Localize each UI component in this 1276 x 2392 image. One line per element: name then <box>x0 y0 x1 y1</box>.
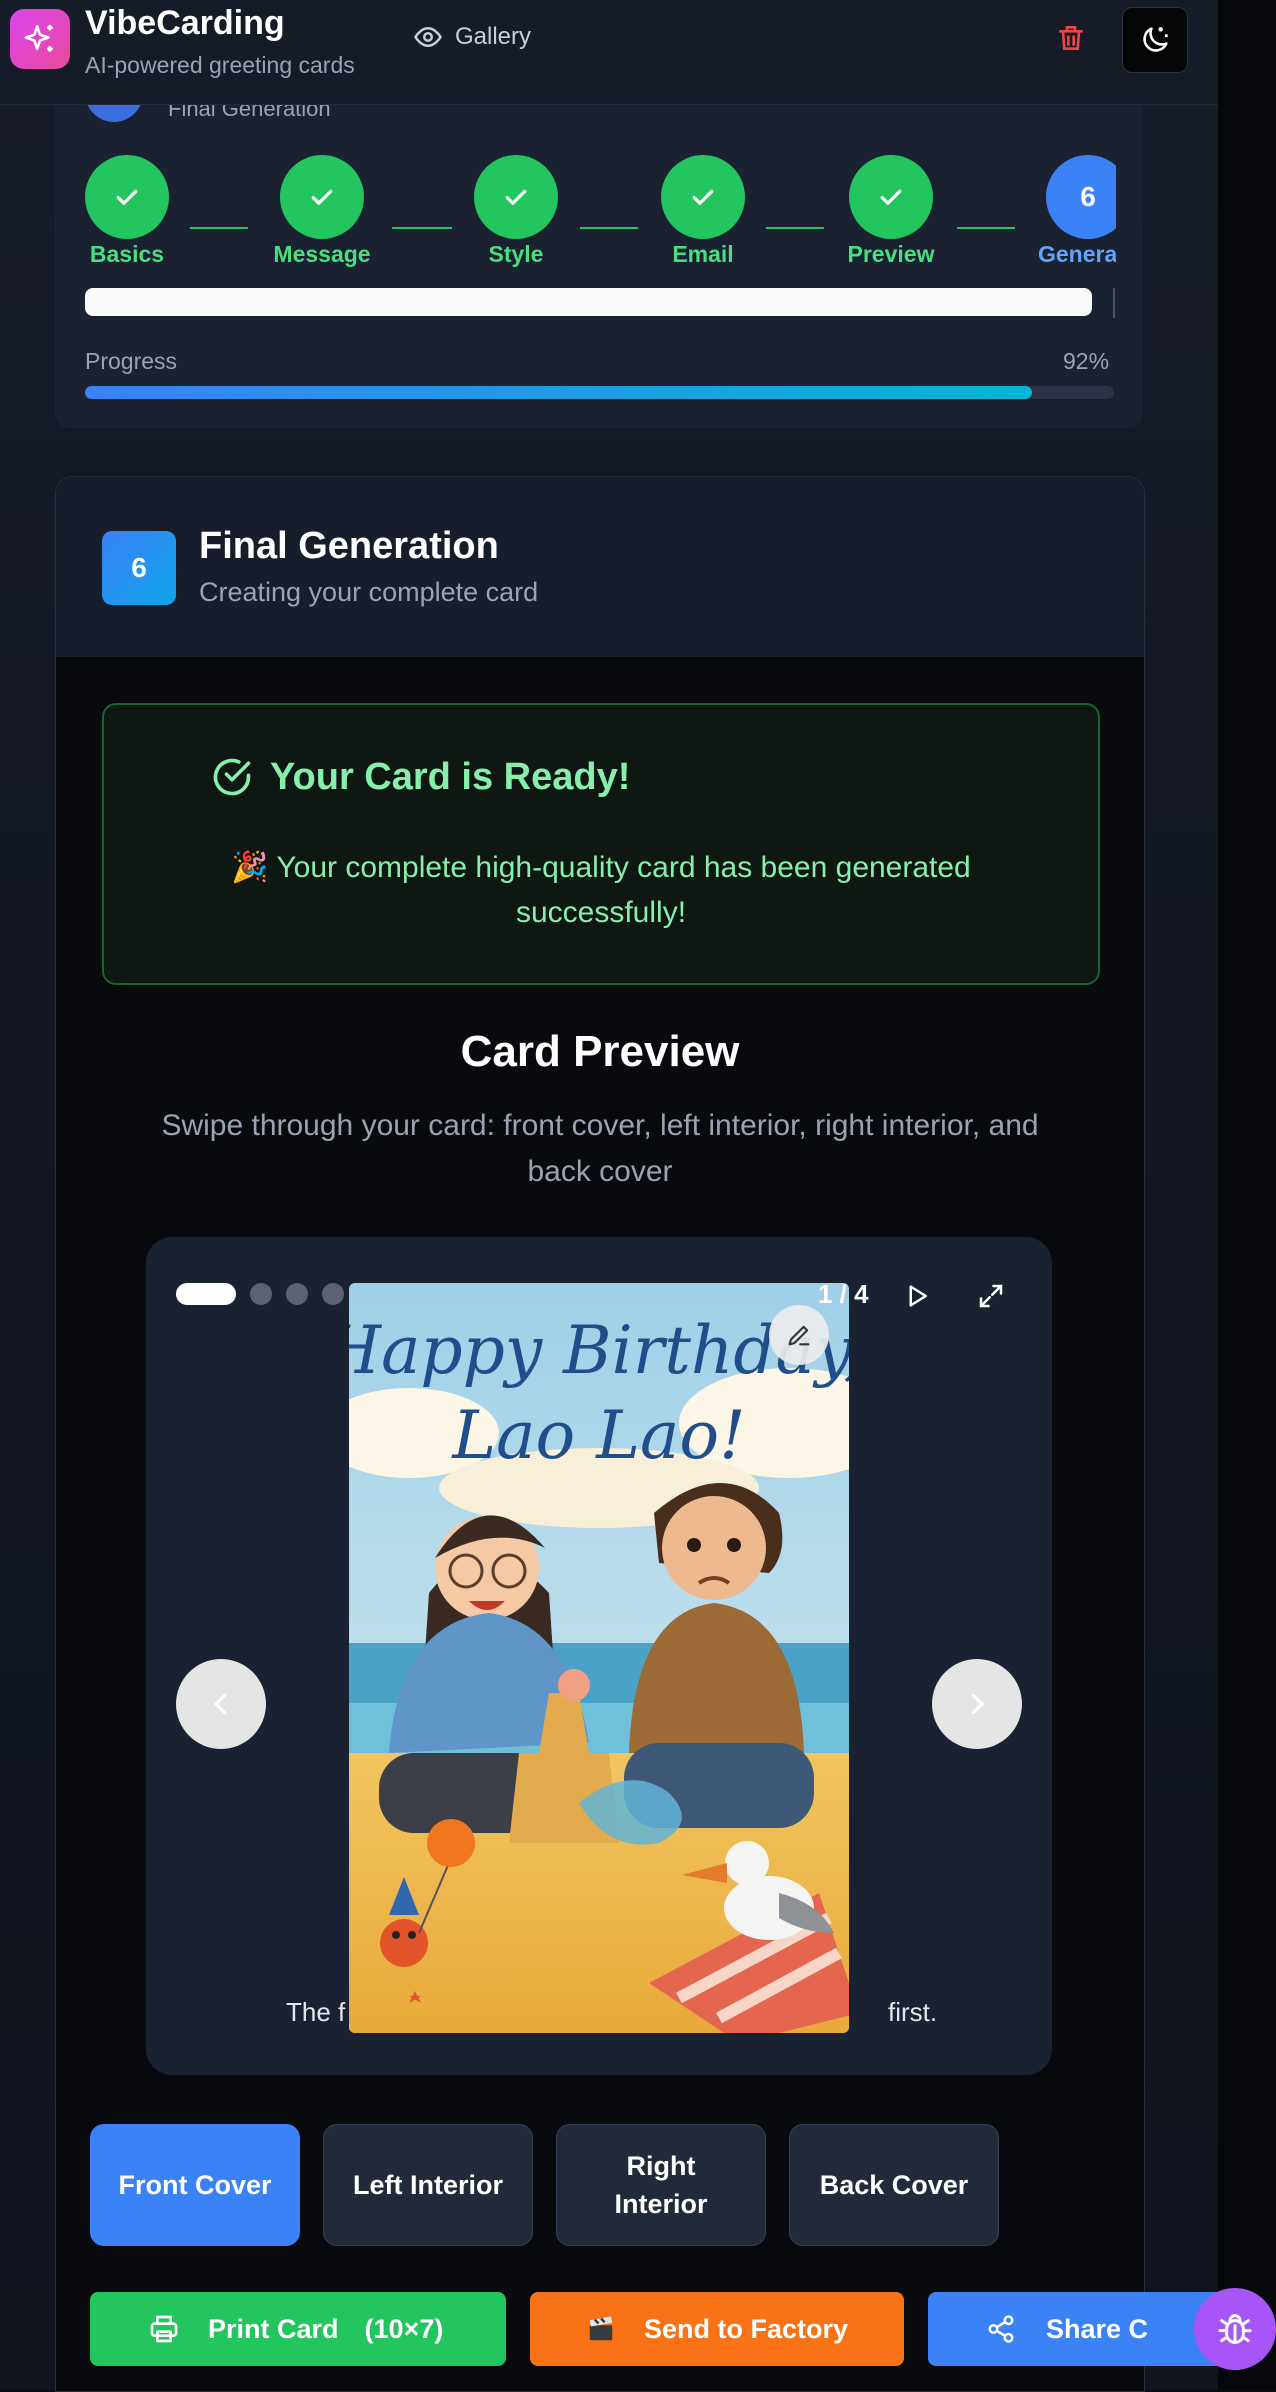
step-label: Style <box>488 241 544 267</box>
card-carousel[interactable]: The f first. Happy Birthday, Lao Lao! 1 … <box>146 1237 1052 2075</box>
check-icon <box>311 189 333 205</box>
tab-back-cover[interactable]: Back Cover <box>789 2124 999 2246</box>
tab-right-interior[interactable]: Right Interior <box>556 2124 766 2246</box>
page-edge <box>1218 0 1276 2390</box>
check-icon <box>116 189 138 205</box>
fullscreen-button[interactable] <box>976 1281 1006 1316</box>
step-generation[interactable]: 6 Generation <box>1038 155 1116 267</box>
progress-percent: 92% <box>1063 348 1110 374</box>
next-slide-button[interactable] <box>932 1659 1022 1749</box>
step-connector <box>580 227 638 229</box>
step-message[interactable]: Message <box>273 155 371 267</box>
expand-icon <box>979 1284 1003 1308</box>
step-label: Generation <box>1038 241 1116 267</box>
stepper-scrollbar-thumb[interactable] <box>85 288 1092 316</box>
chevron-left-icon <box>213 1693 227 1715</box>
success-title: Your Card is Ready! <box>270 755 631 798</box>
print-size: (10×7) <box>364 2313 444 2344</box>
slide-counter: 1 / 4 <box>818 1279 869 1309</box>
debug-button[interactable] <box>1194 2288 1276 2370</box>
share-card-button[interactable]: Share C <box>928 2292 1228 2366</box>
gallery-label: Gallery <box>455 23 532 50</box>
caption-right: first. <box>888 1997 938 2027</box>
clapperboard-icon <box>589 2316 613 2341</box>
slide-dot[interactable] <box>250 1283 272 1305</box>
card-front-cover-image: Happy Birthday, Lao Lao! <box>349 1283 849 2033</box>
step-connector <box>766 227 824 229</box>
play-slideshow-button[interactable] <box>902 1281 932 1316</box>
theme-toggle-button[interactable] <box>1122 7 1188 73</box>
share-card-label: Share C <box>1046 2313 1149 2344</box>
moon-stars-icon <box>1143 27 1168 52</box>
prev-slide-button[interactable] <box>176 1659 266 1749</box>
check-icon <box>505 189 527 205</box>
app-name: VibeCarding <box>85 4 285 42</box>
slide-dot[interactable] <box>322 1283 344 1305</box>
section-subtitle: Creating your complete card <box>199 577 539 607</box>
step-style[interactable]: Style <box>474 155 558 267</box>
step-connector <box>190 227 248 229</box>
app-header: VibeCarding AI-powered greeting cards Ga… <box>0 0 1218 105</box>
step-basics[interactable]: Basics <box>85 155 169 267</box>
app-logo[interactable] <box>10 9 70 69</box>
play-icon <box>909 1285 927 1307</box>
share-icon <box>988 2315 1014 2343</box>
step-label: Basics <box>89 241 165 267</box>
print-card-button[interactable]: Print Card (10×7) <box>90 2292 506 2366</box>
gallery-link[interactable]: Gallery <box>413 22 531 52</box>
bug-icon <box>1218 2314 1252 2344</box>
sparkles-icon <box>24 24 53 52</box>
preview-subtitle: Swipe through your card: front cover, le… <box>161 1109 1039 1188</box>
success-alert: Your Card is Ready! 🎉 Your complete high… <box>102 703 1100 985</box>
step-number-badge: 6 <box>102 531 176 605</box>
slide-dot[interactable] <box>286 1283 308 1305</box>
slide-dot-active[interactable] <box>176 1283 236 1305</box>
current-step-number: 6 <box>1046 155 1116 239</box>
trash-icon <box>1059 26 1083 50</box>
progress-label: Progress <box>85 348 178 374</box>
check-circle-icon <box>213 758 251 796</box>
check-icon <box>692 189 714 205</box>
progress-bar <box>85 386 1114 399</box>
slide-indicators <box>176 1283 344 1305</box>
printer-icon <box>150 2315 178 2343</box>
progress-bar-fill <box>85 386 1032 399</box>
page: Final Generation Basics Message Style Em… <box>0 0 1228 2392</box>
card-greeting-line2: Lao Lao! <box>451 1397 745 1474</box>
step-connector <box>957 227 1015 229</box>
stepper-scrollbar-end <box>1113 288 1115 318</box>
step-preview[interactable]: Preview <box>848 155 934 267</box>
edit-card-button[interactable] <box>769 1305 829 1365</box>
final-generation-card: 6 Final Generation Creating your complet… <box>55 476 1145 2392</box>
send-to-factory-label: Send to Factory <box>644 2313 849 2344</box>
success-title-row: Your Card is Ready! <box>210 755 630 799</box>
section-title: Final Generation <box>199 525 499 567</box>
caption-left: The f <box>286 1997 346 2027</box>
chevron-right-icon <box>971 1693 985 1715</box>
send-to-factory-button[interactable]: Send to Factory <box>530 2292 904 2366</box>
tab-front-cover[interactable]: Front Cover <box>90 2124 300 2246</box>
pencil-icon <box>788 1325 810 1346</box>
success-message: 🎉 Your complete high-quality card has be… <box>231 851 971 929</box>
delete-button[interactable] <box>1055 22 1089 56</box>
step-email[interactable]: Email <box>661 155 745 267</box>
print-card-label: Print Card <box>208 2313 339 2344</box>
birthday-card-illustration: Happy Birthday, Lao Lao! <box>349 1283 849 2033</box>
card-section-tabs: Front Cover Left Interior Right Interior… <box>90 2124 999 2246</box>
card-header: 6 Final Generation Creating your complet… <box>56 477 1144 657</box>
tab-left-interior[interactable]: Left Interior <box>323 2124 533 2246</box>
eye-icon <box>414 26 442 48</box>
step-label: Preview <box>847 241 935 267</box>
preview-title: Card Preview <box>460 1027 740 1076</box>
step-label: Message <box>273 241 371 267</box>
step-label: Email <box>672 241 734 267</box>
step-connector <box>392 227 452 229</box>
app-tagline: AI-powered greeting cards <box>85 52 355 78</box>
check-icon <box>880 189 902 205</box>
